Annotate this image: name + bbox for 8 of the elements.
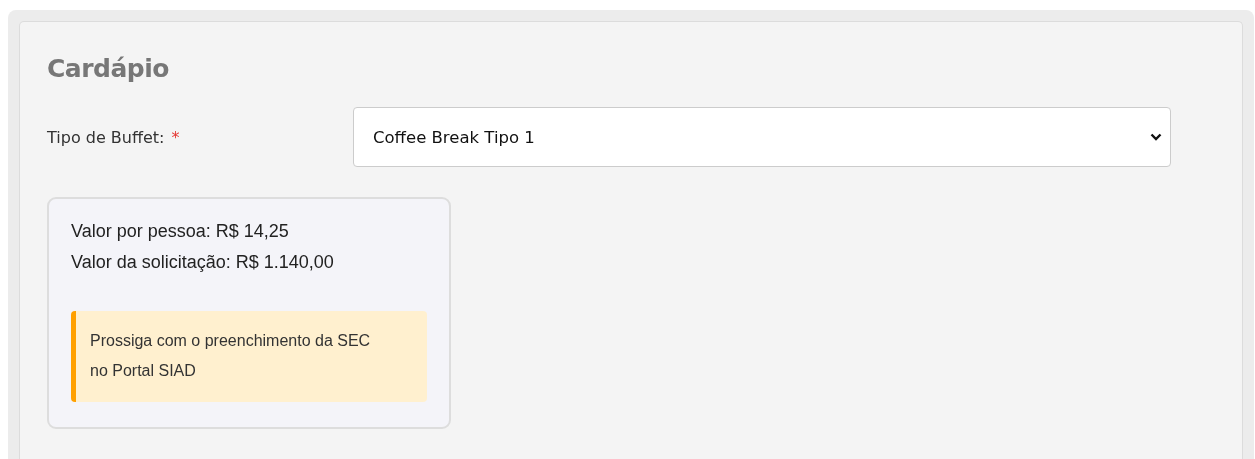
label-text: Tipo de Buffet: — [47, 127, 165, 147]
buffet-select[interactable]: Coffee Break Tipo 1 — [353, 107, 1171, 167]
price-text: Valor por pessoa: R$ 14,25 — [71, 221, 290, 242]
section-title: Cardápio — [47, 54, 170, 83]
chevron-down-icon — [1150, 133, 1162, 141]
required-mark: * — [171, 127, 180, 147]
price-text: Valor da solicitação: R$ 1.140,00 — [71, 252, 335, 273]
alert-text: Prossiga com o preenchimento da SEC no Portal SIAD — [90, 331, 372, 381]
